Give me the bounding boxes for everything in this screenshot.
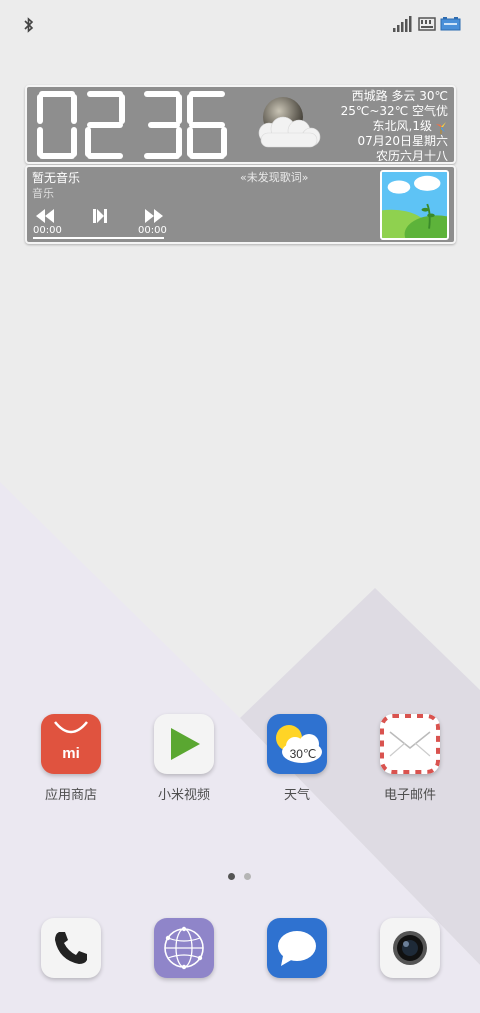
weather-wind-line: 东北风,1级	[372, 119, 432, 133]
music-progress-bar[interactable]	[33, 237, 164, 239]
weather-range-line: 25℃~32℃ 空气优	[340, 104, 448, 118]
phone-app[interactable]	[41, 918, 101, 978]
fast-forward-button[interactable]	[143, 207, 165, 225]
app-label: 应用商店	[44, 788, 97, 803]
windmill-icon	[436, 121, 446, 134]
mi-video-app[interactable]: 小米视频	[136, 714, 232, 803]
app-store-app[interactable]: mi 应用商店	[23, 714, 119, 803]
album-art-image[interactable]	[380, 170, 449, 240]
clock-minute-tens	[144, 91, 182, 159]
svg-text:mi: mi	[62, 745, 80, 762]
lyrics-text: «未发现歌词»	[240, 171, 309, 184]
email-app[interactable]: 电子邮件	[362, 714, 458, 803]
page-indicator-2[interactable]	[244, 873, 251, 880]
browser-icon	[164, 926, 204, 970]
clock-hour-units	[85, 91, 125, 159]
sim-icon	[418, 17, 436, 31]
app-label: 电子邮件	[383, 788, 436, 803]
clock-minute-units	[187, 91, 227, 159]
app-label: 小米视频	[157, 788, 210, 803]
weather-wind-row: 东北风,1级	[373, 119, 448, 134]
camera-icon	[393, 931, 427, 965]
signal-icon	[393, 16, 412, 32]
weather-lunar-line: 农历六月十八	[375, 149, 448, 163]
play-pause-button[interactable]	[89, 207, 111, 225]
bluetooth-icon	[24, 17, 34, 33]
video-play-icon	[154, 714, 214, 774]
music-artist: 音乐	[32, 187, 54, 200]
messages-icon	[278, 931, 316, 966]
music-time-end: 00:00	[138, 225, 167, 236]
mail-icon	[380, 714, 440, 774]
app-store-icon: mi	[41, 714, 101, 774]
app-label: 天气	[283, 788, 310, 803]
status-bar	[0, 0, 480, 50]
browser-app[interactable]	[154, 918, 214, 978]
music-title: 暂无音乐	[32, 171, 81, 185]
clock-weather-widget[interactable]: 西城路 多云 30℃ 25℃~32℃ 空气优 东北风,1级 07月20日星期六 …	[25, 85, 456, 164]
clock-display	[37, 91, 227, 159]
weather-info: 西城路 多云 30℃ 25℃~32℃ 空气优 东北风,1级 07月20日星期六 …	[308, 89, 448, 164]
weather-location-line: 西城路 多云 30℃	[351, 89, 448, 103]
page-indicator-1[interactable]	[228, 873, 235, 880]
weather-badge-text: 30℃	[290, 747, 317, 761]
weather-date-line: 07月20日星期六	[357, 134, 448, 148]
camera-app[interactable]	[380, 918, 440, 978]
rewind-button[interactable]	[34, 207, 56, 225]
weather-icon: 30℃	[267, 714, 327, 774]
clock-hour-tens	[37, 91, 77, 159]
music-widget[interactable]: 暂无音乐 音乐 «未发现歌词» 00:00 00:00	[25, 165, 456, 244]
phone-icon	[55, 932, 87, 964]
messages-app[interactable]	[267, 918, 327, 978]
music-time-start: 00:00	[33, 225, 62, 236]
battery-icon	[440, 17, 461, 31]
weather-app[interactable]: 30℃ 天气	[249, 714, 345, 803]
